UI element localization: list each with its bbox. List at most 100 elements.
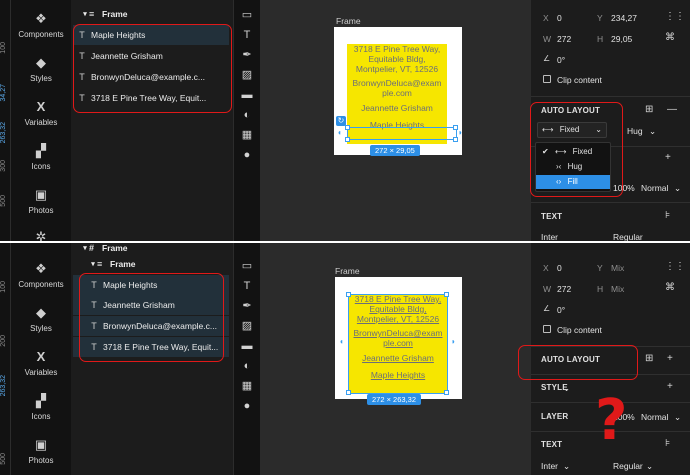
height-field[interactable]: 29,05 bbox=[611, 34, 632, 44]
alignment-icon[interactable]: ⊞ bbox=[645, 354, 653, 364]
resize-handle[interactable] bbox=[345, 125, 350, 130]
ruler-tick: 500 bbox=[0, 453, 7, 465]
nav-icons[interactable]: ▞ Icons bbox=[11, 393, 71, 422]
y-field[interactable]: 234,27 bbox=[611, 13, 637, 23]
resize-handle[interactable] bbox=[346, 292, 351, 297]
add-icon[interactable]: + bbox=[667, 382, 673, 392]
resize-handle[interactable] bbox=[453, 137, 458, 142]
add-icon[interactable]: + bbox=[667, 354, 673, 364]
align-icon[interactable]: ⋮⋮ bbox=[665, 12, 685, 22]
blend-select[interactable]: Normal bbox=[641, 412, 668, 422]
link-icon[interactable]: ⌘ bbox=[665, 33, 675, 43]
add-icon[interactable]: + bbox=[665, 153, 671, 163]
annotation-circle bbox=[530, 102, 623, 197]
remove-icon[interactable]: — bbox=[667, 105, 677, 115]
input-tool-icon[interactable]: ▬ bbox=[240, 339, 254, 353]
y-field[interactable]: Mix bbox=[611, 263, 624, 273]
x-field[interactable]: 0 bbox=[557, 13, 562, 23]
comment-tool-icon[interactable]: ● bbox=[240, 148, 254, 162]
nav-styles[interactable]: ◆ Styles bbox=[11, 55, 71, 84]
height-mode-select[interactable]: Hug bbox=[627, 126, 643, 136]
text-title: TEXT bbox=[541, 212, 563, 221]
comment-tool-icon[interactable]: ● bbox=[240, 399, 254, 413]
text-title: TEXT bbox=[541, 440, 563, 449]
resize-handle[interactable] bbox=[444, 390, 449, 395]
resize-handle[interactable] bbox=[346, 390, 351, 395]
nav-styles[interactable]: ◆ Styles bbox=[11, 306, 71, 334]
styles-icon: ◆ bbox=[36, 55, 46, 70]
ruler-tick: 263,32 bbox=[0, 122, 7, 144]
tool-strip: ▭ T ✒ ▨ ▬ ◐ ▦ ● bbox=[234, 243, 260, 475]
vertical-ruler: 100 34,27 263,32 300 500 bbox=[0, 0, 11, 241]
font-weight-select[interactable]: Regular bbox=[613, 461, 643, 471]
ruler-tick: 100 bbox=[0, 42, 7, 54]
resize-left-icon[interactable]: ◖ bbox=[337, 129, 345, 137]
ruler-tick: 263,32 bbox=[0, 375, 7, 397]
rotation-field[interactable]: 0° bbox=[557, 305, 565, 315]
resize-right-icon[interactable]: ◗ bbox=[451, 338, 459, 346]
nav-variables[interactable]: X Variables bbox=[11, 100, 71, 128]
layer-frame[interactable]: ▾ ≡ Frame bbox=[73, 4, 229, 24]
nav-photos[interactable]: ▣ Photos bbox=[11, 188, 71, 216]
selection-outline[interactable] bbox=[347, 127, 457, 140]
icons-icon: ▞ bbox=[36, 393, 46, 408]
nav-components[interactable]: ❖ Components bbox=[11, 262, 71, 290]
chevron-down-icon: ⌄ bbox=[674, 412, 682, 422]
text-settings-icon[interactable]: ⊧ bbox=[665, 211, 670, 221]
sync-icon[interactable]: ↻ bbox=[336, 116, 346, 126]
nav-variables[interactable]: X Variables bbox=[11, 350, 71, 378]
width-field[interactable]: 272 bbox=[557, 284, 571, 294]
toggle-tool-icon[interactable]: ◐ bbox=[240, 108, 254, 122]
chevron-down-icon: ▾ bbox=[91, 261, 95, 268]
nav-photos[interactable]: ▣ Photos bbox=[11, 437, 71, 466]
dimension-badge: 272 × 29,05 bbox=[370, 145, 420, 156]
nav-more[interactable]: ✲ bbox=[11, 230, 71, 242]
font-family-select[interactable]: Inter bbox=[541, 232, 558, 241]
pen-tool-icon[interactable]: ✒ bbox=[240, 48, 254, 62]
link-icon[interactable]: ⌘ bbox=[665, 283, 675, 293]
selection-outline[interactable] bbox=[348, 294, 448, 394]
resize-handle[interactable] bbox=[345, 137, 350, 142]
ruler-tick: 34,27 bbox=[0, 84, 7, 102]
height-field[interactable]: Mix bbox=[611, 284, 624, 294]
resize-handle[interactable] bbox=[444, 292, 449, 297]
clip-content-checkbox[interactable] bbox=[543, 325, 551, 333]
image-tool-icon[interactable]: ▨ bbox=[240, 319, 254, 333]
pen-tool-icon[interactable]: ✒ bbox=[240, 299, 254, 313]
ruler-tick: 500 bbox=[0, 195, 7, 207]
width-field[interactable]: 272 bbox=[557, 34, 571, 44]
resize-left-icon[interactable]: ◖ bbox=[339, 338, 347, 346]
layer-title: LAYER bbox=[541, 412, 569, 421]
input-tool-icon[interactable]: ▬ bbox=[240, 88, 254, 102]
chevron-down-icon: ▾ bbox=[83, 245, 87, 252]
resize-right-icon[interactable]: ◗ bbox=[458, 129, 466, 137]
alignment-icon[interactable]: ⊞ bbox=[645, 105, 653, 115]
text-tool-icon[interactable]: T bbox=[240, 279, 254, 293]
image-tool-icon[interactable]: ▨ bbox=[240, 68, 254, 82]
chevron-down-icon: ⌄ bbox=[674, 183, 682, 193]
toggle-tool-icon[interactable]: ◐ bbox=[240, 359, 254, 373]
grid-tool-icon[interactable]: ▦ bbox=[240, 379, 254, 393]
canvas[interactable]: Frame 3718 E Pine Tree Way, Equitable Bl… bbox=[260, 243, 530, 475]
frame-tool-icon[interactable]: ▭ bbox=[240, 8, 254, 22]
text-tool-icon[interactable]: T bbox=[240, 28, 254, 42]
ruler-tick: 300 bbox=[0, 160, 7, 172]
clip-content-checkbox[interactable] bbox=[543, 75, 551, 83]
blend-select[interactable]: Normal bbox=[641, 183, 668, 193]
photos-icon: ▣ bbox=[34, 437, 48, 452]
nav-components[interactable]: ❖ Components bbox=[11, 12, 71, 40]
text-settings-icon[interactable]: ⊧ bbox=[665, 439, 670, 449]
grid-tool-icon[interactable]: ▦ bbox=[240, 128, 254, 142]
chevron-down-icon: ▾ bbox=[83, 11, 87, 18]
align-icon[interactable]: ⋮⋮ bbox=[665, 262, 685, 272]
layer-frame[interactable]: ▾ ≡ Frame bbox=[73, 254, 229, 274]
frame-tool-icon[interactable]: ▭ bbox=[240, 259, 254, 273]
canvas[interactable]: Frame 3718 E Pine Tree Way, Equitable Bl… bbox=[260, 0, 530, 241]
font-family-select[interactable]: Inter bbox=[541, 461, 558, 471]
x-field[interactable]: 0 bbox=[557, 263, 562, 273]
frame-label: Frame bbox=[336, 16, 361, 26]
font-weight-select[interactable]: Regular bbox=[613, 232, 643, 241]
rotation-field[interactable]: 0° bbox=[557, 55, 565, 65]
nav-icons[interactable]: ▞ Icons bbox=[11, 144, 71, 172]
bottom-screenshot: 100 200 263,32 500 ❖ Components ◆ Styles… bbox=[0, 243, 690, 475]
